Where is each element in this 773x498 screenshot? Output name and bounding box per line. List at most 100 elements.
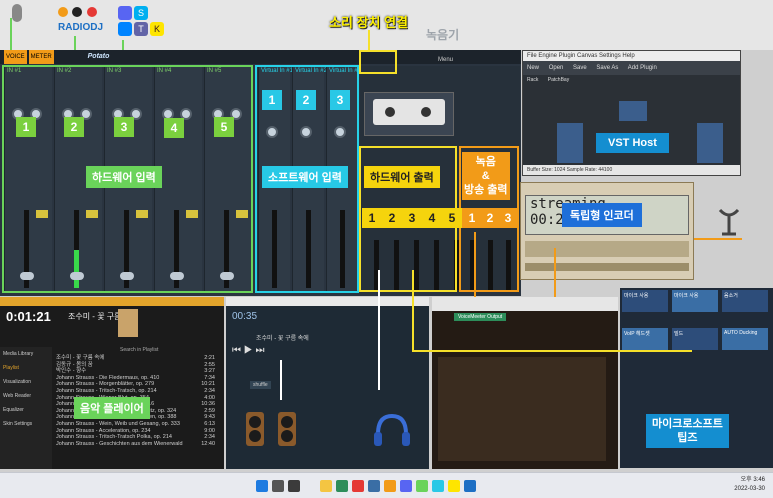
audio-output-node[interactable] bbox=[697, 123, 723, 163]
radiodj-label: RADIODJ bbox=[58, 22, 104, 33]
encoder-controls[interactable] bbox=[525, 241, 689, 257]
sidebar-item-playlist[interactable]: Playlist bbox=[0, 361, 52, 375]
track-duration: 7:34 bbox=[204, 374, 215, 381]
hw-output-number: 3 bbox=[402, 208, 422, 228]
track-duration: 2:21 bbox=[204, 355, 215, 361]
taskbar-time: 오후 3:46 bbox=[740, 477, 765, 483]
sw-input-number: 1 bbox=[262, 90, 282, 110]
track-row[interactable]: Johann Strauss - Acceleration, op. 234 9:… bbox=[53, 428, 218, 435]
app-icon[interactable] bbox=[336, 480, 348, 492]
tile[interactable]: 마이크 사용 bbox=[672, 290, 718, 312]
sidebar-item-visualization[interactable]: Visualization bbox=[0, 375, 52, 389]
recorder-label: 녹음기 bbox=[426, 28, 460, 42]
app-icon[interactable] bbox=[448, 480, 460, 492]
folder-icon[interactable] bbox=[320, 480, 332, 492]
save-as-button[interactable]: Save As bbox=[596, 65, 618, 71]
sidebar-item-equalizer[interactable]: Equalizer bbox=[0, 403, 52, 417]
messenger-titlebar bbox=[432, 297, 618, 311]
track-duration: 9:43 bbox=[204, 414, 215, 421]
sidebar-item-media-library[interactable]: Media Library bbox=[0, 347, 52, 361]
voicemeeter-header: VOICE METER Potato Menu bbox=[0, 50, 521, 64]
app-icon[interactable] bbox=[352, 480, 364, 492]
app-icon[interactable] bbox=[368, 480, 380, 492]
tile[interactable]: 빌드 bbox=[672, 328, 718, 350]
voicemeeter-logo: Potato bbox=[87, 53, 110, 60]
track-row[interactable]: Johann Strauss - Morgenblätter, op. 279 1… bbox=[53, 381, 218, 388]
microsoft-tips-line: 팁즈 bbox=[677, 432, 698, 444]
player-menubar[interactable] bbox=[0, 297, 224, 306]
track-row[interactable]: Johann Strauss - Die Fledermaus, op. 410… bbox=[53, 375, 218, 382]
vst-host-window: File Engine Plugin Canvas Settings Help … bbox=[522, 50, 741, 176]
hw-output-number: 5 bbox=[442, 208, 462, 228]
music-player-label: 음악 플레이어 bbox=[74, 397, 150, 419]
track-row[interactable]: Johann Strauss - Wein, Weib und Gesang, … bbox=[53, 421, 218, 428]
track-title: Johann Strauss - Wein, Weib und Gesang, … bbox=[56, 420, 180, 427]
track-title: 조수미 - 꽃 구름 속에 bbox=[56, 355, 105, 361]
encoder-slider[interactable] bbox=[525, 263, 689, 271]
voicemeeter-output-device[interactable]: VoiceMeeter Output bbox=[454, 313, 507, 321]
arrow bbox=[694, 238, 742, 240]
tile[interactable]: AUTO Ducking bbox=[722, 328, 768, 350]
shuffle-button[interactable]: shuffle bbox=[250, 381, 271, 389]
track-title: Johann Strauss - Tritsch-Tratsch, op. 21… bbox=[56, 387, 157, 394]
app-icon[interactable] bbox=[400, 480, 412, 492]
hw-output-number: 4 bbox=[422, 208, 442, 228]
taskbar-clock[interactable]: 오후 3:46 2022-03-30 bbox=[734, 476, 765, 494]
audio-input-node[interactable] bbox=[557, 123, 583, 163]
app-icon[interactable] bbox=[416, 480, 428, 492]
arrow bbox=[378, 270, 380, 390]
hw-output-number: 2 bbox=[382, 208, 402, 228]
app-icon[interactable] bbox=[384, 480, 396, 492]
tile[interactable]: 음소거 bbox=[722, 290, 768, 312]
rec-output-number: 2 bbox=[480, 208, 500, 228]
voicemeeter-menu[interactable]: Menu bbox=[438, 53, 453, 67]
kakaotalk-icon: K bbox=[150, 22, 164, 36]
track-row[interactable]: Johann Strauss - Tritsch-Tratsch Polka, … bbox=[53, 434, 218, 441]
taskview-icon[interactable] bbox=[288, 480, 300, 492]
rec-output-number: 1 bbox=[462, 208, 482, 228]
arrow bbox=[412, 270, 414, 350]
skype-icon: S bbox=[134, 6, 148, 20]
track-duration: 4:00 bbox=[204, 394, 215, 401]
app-icon[interactable] bbox=[464, 480, 476, 492]
vm-tag: VOICE bbox=[4, 50, 27, 64]
sidebar-item-web-reader[interactable]: Web Reader bbox=[0, 389, 52, 403]
broadcast-antenna-icon bbox=[716, 206, 742, 236]
web-player-title: 조수미 - 꽃 구름 속에 bbox=[256, 336, 309, 342]
track-title: Johann Strauss - Morgenblätter, op. 279 bbox=[56, 381, 155, 388]
tab-rack[interactable]: Rack bbox=[527, 77, 538, 83]
track-title: Johann Strauss - Die Fledermaus, op. 410 bbox=[56, 374, 160, 381]
playlist-search[interactable]: Search in Playlist bbox=[120, 347, 158, 353]
open-button[interactable]: Open bbox=[549, 65, 564, 71]
track-row[interactable]: Johann Strauss - Geschichten aus dem Wie… bbox=[53, 441, 218, 448]
search-icon[interactable] bbox=[272, 480, 284, 492]
cassette-recorder[interactable] bbox=[364, 92, 454, 136]
messenger-window: VoiceMeeter Output bbox=[432, 297, 618, 469]
player-time: 0:01:21 bbox=[6, 309, 51, 324]
arrow bbox=[280, 360, 282, 400]
tile[interactable]: 마이크 사용 bbox=[622, 290, 668, 312]
sidebar-item-skin-settings[interactable]: Skin Settings bbox=[0, 417, 52, 431]
track-title: Johann Strauss - Acceleration, op. 234 bbox=[56, 427, 151, 434]
arrow bbox=[368, 30, 370, 52]
app-icon[interactable] bbox=[432, 480, 444, 492]
speaker-icon bbox=[246, 412, 264, 446]
vst-toolbar: New Open Save Save As Add Plugin bbox=[523, 61, 740, 75]
new-button[interactable]: New bbox=[527, 65, 539, 71]
track-duration: 2:34 bbox=[204, 434, 215, 441]
taskbar-date: 2022-03-30 bbox=[734, 486, 765, 492]
sw-input-number: 2 bbox=[296, 90, 316, 110]
track-row[interactable]: 박인수 - 향수 3:27 bbox=[53, 368, 218, 375]
tab-patchbay[interactable]: PatchBay bbox=[548, 77, 569, 83]
track-row[interactable]: Johann Strauss - Tritsch-Tratsch, op. 21… bbox=[53, 388, 218, 395]
save-button[interactable]: Save bbox=[573, 65, 587, 71]
track-row[interactable]: 조수미 - 꽃 구름 속에 2:21 bbox=[53, 355, 218, 362]
vst-menubar[interactable]: File Engine Plugin Canvas Settings Help bbox=[523, 51, 740, 61]
plugin-node[interactable] bbox=[619, 101, 647, 121]
tile[interactable]: VoIP 헤드셋 bbox=[622, 328, 668, 350]
vm-tag: METER bbox=[28, 50, 54, 64]
play-controls[interactable]: ⏮ ▶ ⏭ bbox=[232, 345, 322, 357]
track-duration: 9:00 bbox=[204, 427, 215, 434]
add-plugin-button[interactable]: Add Plugin bbox=[628, 65, 657, 71]
start-icon[interactable] bbox=[256, 480, 268, 492]
